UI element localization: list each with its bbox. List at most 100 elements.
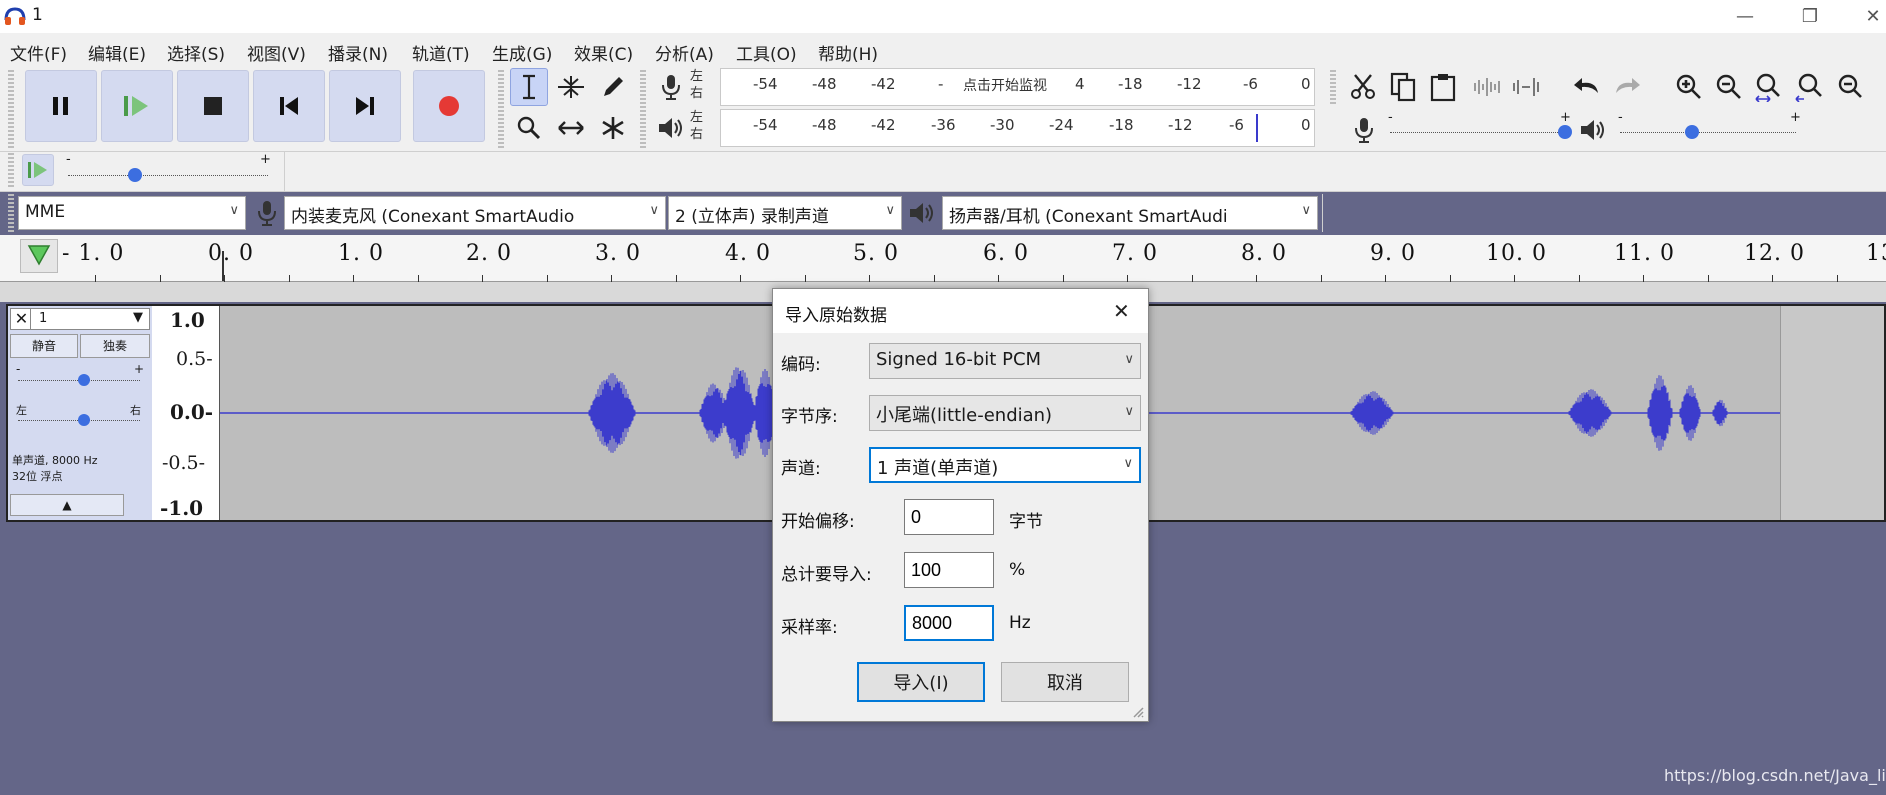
meter-monitor-prompt[interactable]: 点击开始监视 [963, 75, 1047, 95]
playback-meter-button[interactable] [652, 109, 690, 147]
ruler-label: 5. 0 [853, 241, 899, 266]
cancel-button[interactable]: 取消 [1001, 662, 1129, 702]
encoding-select[interactable]: Signed 16-bit PCM ∨ [869, 343, 1141, 379]
timeline-ruler[interactable]: - 1. 0 0. 0 1. 0 2. 0 3. 0 4. 0 5. 0 6. … [0, 235, 1886, 282]
trim-icon [1474, 78, 1500, 96]
meter-toolbar-grip[interactable] [640, 70, 646, 148]
redo-icon [1616, 78, 1640, 93]
record-meter[interactable]: -54 -48 -42 - 点击开始监视 4 -18 -12 -6 0 [720, 68, 1315, 106]
menu-generate[interactable]: 生成(G) [492, 40, 552, 65]
dialog-close-button[interactable]: ✕ [1113, 299, 1130, 323]
playback-device-select[interactable]: 扬声器/耳机 (Conexant SmartAudi ∨ [942, 196, 1318, 230]
amount-to-import-input[interactable] [904, 552, 994, 588]
envelope-tool-button[interactable] [552, 68, 590, 106]
undo-button[interactable] [1568, 68, 1606, 106]
menu-analyze[interactable]: 分析(A) [655, 40, 714, 65]
waveform-burst [1712, 399, 1728, 427]
slider-thumb[interactable] [1685, 125, 1699, 139]
track-menu-chevron-icon[interactable]: ▼ [133, 310, 143, 325]
stop-button[interactable] [177, 70, 249, 142]
menu-effect[interactable]: 效果(C) [574, 40, 633, 65]
playback-speed-slider[interactable]: - + [66, 152, 272, 187]
menu-help[interactable]: 帮助(H) [818, 40, 878, 65]
ruler-tick [1579, 275, 1580, 282]
mute-button[interactable]: 静音 [10, 334, 78, 358]
device-toolbar-grip[interactable] [8, 194, 14, 232]
ruler-tick [1708, 275, 1709, 282]
record-button[interactable] [413, 70, 485, 142]
pin-playhead-button[interactable] [20, 239, 58, 273]
pan-slider[interactable]: 左 右 [16, 404, 144, 434]
track-name-bar[interactable]: ✕ 1 ▼ [10, 308, 150, 330]
ruler-label: 0. 0 [208, 241, 254, 266]
play-at-speed-toolbar-grip[interactable] [8, 153, 14, 187]
fit-selection-button[interactable] [1750, 68, 1788, 106]
recording-device-select[interactable]: 内装麦克风 (Conexant SmartAudio ∨ [284, 196, 666, 230]
restore-button[interactable]: ❐ [1795, 6, 1825, 28]
silence-audio-button[interactable] [1508, 68, 1546, 106]
ruler-label: 3. 0 [595, 241, 641, 266]
play-at-speed-button[interactable] [22, 154, 54, 186]
byte-order-select[interactable]: 小尾端(little-endian) ∨ [869, 395, 1141, 431]
trim-audio-button[interactable] [1468, 68, 1506, 106]
edit-toolbar-grip[interactable] [1330, 70, 1336, 106]
recording-device-value: 内装麦克风 (Conexant SmartAudio [291, 207, 575, 227]
collapse-track-button[interactable]: ▲ [10, 494, 124, 516]
recording-channels-select[interactable]: 2 (立体声) 录制声道 ∨ [668, 196, 902, 230]
menu-file[interactable]: 文件(F) [10, 40, 67, 65]
time-shift-tool-button[interactable] [552, 109, 590, 147]
ruler-tick [95, 275, 96, 282]
playback-volume-slider[interactable]: - + [1618, 110, 1801, 148]
redo-button[interactable] [1608, 68, 1646, 106]
import-button[interactable]: 导入(I) [857, 662, 985, 702]
cut-button[interactable] [1344, 68, 1382, 106]
close-window-button[interactable]: ✕ [1858, 6, 1886, 28]
zoom-out-button[interactable] [1710, 68, 1748, 106]
dialog-title-bar: 导入原始数据 ✕ [773, 289, 1148, 333]
menu-transport[interactable]: 播录(N) [328, 40, 388, 65]
record-meter-button[interactable] [652, 68, 690, 106]
start-offset-input[interactable] [904, 499, 994, 535]
menu-select[interactable]: 选择(S) [167, 40, 225, 65]
gain-slider[interactable]: - + [16, 362, 144, 394]
meter-tick: 0 [1301, 75, 1311, 93]
zoom-tool-button[interactable] [510, 109, 548, 147]
sample-rate-input[interactable] [904, 605, 994, 641]
menu-tracks[interactable]: 轨道(T) [412, 40, 470, 65]
audio-host-select[interactable]: MME ∨ [18, 196, 246, 230]
paste-button[interactable] [1424, 68, 1462, 106]
menu-tools[interactable]: 工具(O) [736, 40, 797, 65]
playback-meter-right-label: 右 [690, 127, 704, 142]
meter-tick: -12 [1168, 116, 1193, 134]
tools-toolbar-grip[interactable] [498, 70, 504, 148]
slider-thumb[interactable] [78, 374, 90, 386]
zoom-in-button[interactable] [1670, 68, 1708, 106]
slider-thumb[interactable] [1558, 125, 1572, 139]
multi-tool-button[interactable] [594, 109, 632, 147]
channels-select[interactable]: 1 声道(单声道) ∨ [869, 447, 1141, 483]
zoom-toggle-button[interactable] [1830, 68, 1868, 106]
fit-project-button[interactable] [1790, 68, 1828, 106]
audio-host-value: MME [25, 202, 66, 222]
skip-to-start-button[interactable] [253, 70, 325, 142]
play-button[interactable] [101, 70, 173, 142]
ruler-tick [289, 275, 290, 282]
pause-button[interactable] [25, 70, 97, 142]
copy-button[interactable] [1384, 68, 1422, 106]
slider-thumb[interactable] [128, 168, 142, 182]
skip-to-end-button[interactable] [329, 70, 401, 142]
waveform-burst [1568, 389, 1612, 437]
minimize-button[interactable]: — [1730, 6, 1760, 28]
menu-edit[interactable]: 编辑(E) [88, 40, 146, 65]
solo-button[interactable]: 独奏 [80, 334, 150, 358]
selection-tool-button[interactable] [510, 68, 548, 106]
resize-grip-icon[interactable] [1131, 705, 1145, 719]
recording-volume-slider[interactable]: - + [1388, 110, 1572, 148]
transport-toolbar-grip[interactable] [8, 70, 14, 148]
draw-tool-button[interactable] [594, 68, 632, 106]
slider-thumb[interactable] [78, 414, 90, 426]
close-track-icon[interactable]: ✕ [13, 309, 31, 329]
playback-meter[interactable]: -54 -48 -42 -36 -30 -24 -18 -12 -6 0 [720, 109, 1315, 147]
double-arrow-icon [558, 121, 584, 135]
menu-view[interactable]: 视图(V) [247, 40, 306, 65]
